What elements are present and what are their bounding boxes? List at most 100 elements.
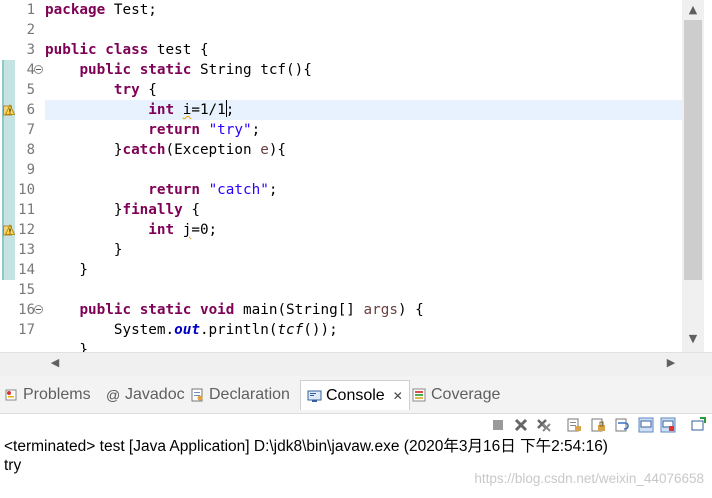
code-token: static — [139, 62, 192, 78]
tab-label: Javadoc — [125, 386, 185, 403]
code-token: return — [148, 182, 200, 198]
code-token: String tcf(){ — [191, 62, 312, 78]
code-line[interactable]: package Test; — [45, 0, 157, 20]
code-token: test { — [148, 42, 209, 58]
declaration-icon — [191, 388, 203, 402]
code-line[interactable]: public static String tcf(){ — [45, 60, 312, 80]
code-line[interactable]: int i=1/1; — [45, 100, 234, 120]
fold-toggle-icon[interactable] — [34, 65, 43, 74]
console-toolbar — [0, 414, 712, 436]
code-token: int — [148, 222, 175, 238]
code-token: public — [79, 62, 132, 78]
scroll-left-icon[interactable]: ◀ — [46, 354, 64, 372]
code-line[interactable]: System.out.println(tcf()); — [45, 320, 338, 340]
code-token: ()); — [303, 322, 338, 338]
horizontal-scrollbar[interactable]: ◀ ▶ — [0, 352, 712, 376]
tab-declaration[interactable]: Declaration — [190, 384, 290, 406]
scroll-down-icon[interactable]: ▼ — [684, 330, 702, 348]
code-token: ) { — [397, 302, 424, 318]
tab-problems[interactable]: Problems — [4, 384, 91, 406]
line-number: 1 — [26, 2, 35, 18]
vertical-scrollbar[interactable]: ▲ ▼ — [682, 0, 704, 352]
line-number: 8 — [26, 142, 35, 158]
code-line[interactable]: }catch(Exception e){ — [45, 140, 286, 160]
code-line[interactable]: public class test { — [45, 40, 209, 60]
code-line[interactable]: try { — [45, 80, 157, 100]
code-line[interactable]: public static void main(String[] args) { — [45, 300, 424, 320]
code-token: args — [363, 302, 398, 318]
scroll-up-icon[interactable]: ▲ — [684, 1, 702, 19]
tab-javadoc[interactable]: @ Javadoc — [106, 384, 185, 406]
show-console-on-error-icon[interactable] — [660, 417, 676, 433]
code-line[interactable]: int j=0; — [45, 220, 217, 240]
code-token: int — [148, 102, 175, 118]
code-line[interactable]: return "catch"; — [45, 180, 277, 200]
show-console-on-output-icon[interactable] — [638, 417, 654, 433]
panel-tab-bar: Problems @ Javadoc Declaration Console ✕ — [0, 376, 712, 414]
line-number: 13 — [18, 242, 35, 258]
remove-all-terminated-icon[interactable] — [536, 417, 552, 433]
code-token: catch — [122, 142, 166, 158]
code-area[interactable]: package Test; public class test { public … — [45, 0, 682, 352]
code-token: class — [105, 42, 149, 58]
code-line[interactable]: return "try"; — [45, 120, 260, 140]
code-token: ){ — [268, 142, 287, 158]
tab-coverage[interactable]: Coverage — [412, 384, 500, 406]
problems-icon — [5, 389, 17, 401]
code-line[interactable]: }finally { — [45, 200, 200, 220]
scroll-right-icon[interactable]: ▶ — [662, 354, 680, 372]
code-token: try — [113, 82, 140, 98]
fold-toggle-icon[interactable] — [34, 305, 43, 314]
code-token: out — [174, 322, 200, 338]
scroll-lock-icon[interactable] — [590, 417, 606, 433]
line-number: 5 — [26, 82, 35, 98]
line-number: 10 — [18, 182, 35, 198]
line-number: 14 — [18, 262, 35, 278]
line-number: 9 — [26, 162, 35, 178]
line-number: 11 — [18, 202, 35, 218]
open-console-icon[interactable] — [690, 417, 706, 433]
tab-label: Declaration — [209, 386, 290, 403]
tab-console[interactable]: Console ✕ — [300, 380, 410, 410]
close-icon[interactable]: ✕ — [393, 385, 403, 407]
line-number: 3 — [26, 42, 35, 58]
code-token: Test; — [105, 2, 157, 18]
code-token: } — [45, 202, 123, 218]
code-token: { — [182, 202, 200, 218]
code-token: } — [45, 262, 89, 278]
code-line[interactable]: } — [45, 260, 88, 280]
code-token: ; — [225, 102, 235, 118]
console-icon — [307, 390, 322, 402]
code-editor[interactable]: 1 2 3 4 5 6 7 8 9 10 11 12 13 14 15 16 17 package Test; p… — [0, 0, 712, 352]
clear-console-icon[interactable] — [566, 417, 582, 433]
terminate-icon[interactable] — [490, 417, 506, 433]
line-number: 7 — [26, 122, 35, 138]
code-token: "catch" — [208, 182, 269, 198]
code-line[interactable]: } — [45, 240, 123, 260]
code-token: } — [45, 242, 123, 258]
warning-icon[interactable] — [3, 104, 15, 116]
code-token: .println( — [199, 322, 278, 338]
word-wrap-icon[interactable] — [614, 417, 630, 433]
console-output[interactable]: try — [4, 457, 21, 475]
remove-launch-icon[interactable] — [513, 417, 529, 433]
tab-label: Console — [326, 386, 385, 404]
warning-icon[interactable] — [3, 224, 15, 236]
code-token: =0; — [191, 222, 218, 238]
editor-gutter: 1 2 3 4 5 6 7 8 9 10 11 12 13 14 15 16 17 — [0, 0, 45, 352]
code-token: "try" — [208, 122, 252, 138]
console-status-line: <terminated> test [Java Application] D:\… — [4, 438, 608, 455]
scrollbar-thumb[interactable] — [684, 20, 702, 280]
code-token: public — [79, 302, 132, 318]
code-line[interactable]: } — [45, 340, 88, 352]
code-token: finally — [122, 202, 183, 218]
code-token: void — [199, 302, 235, 318]
